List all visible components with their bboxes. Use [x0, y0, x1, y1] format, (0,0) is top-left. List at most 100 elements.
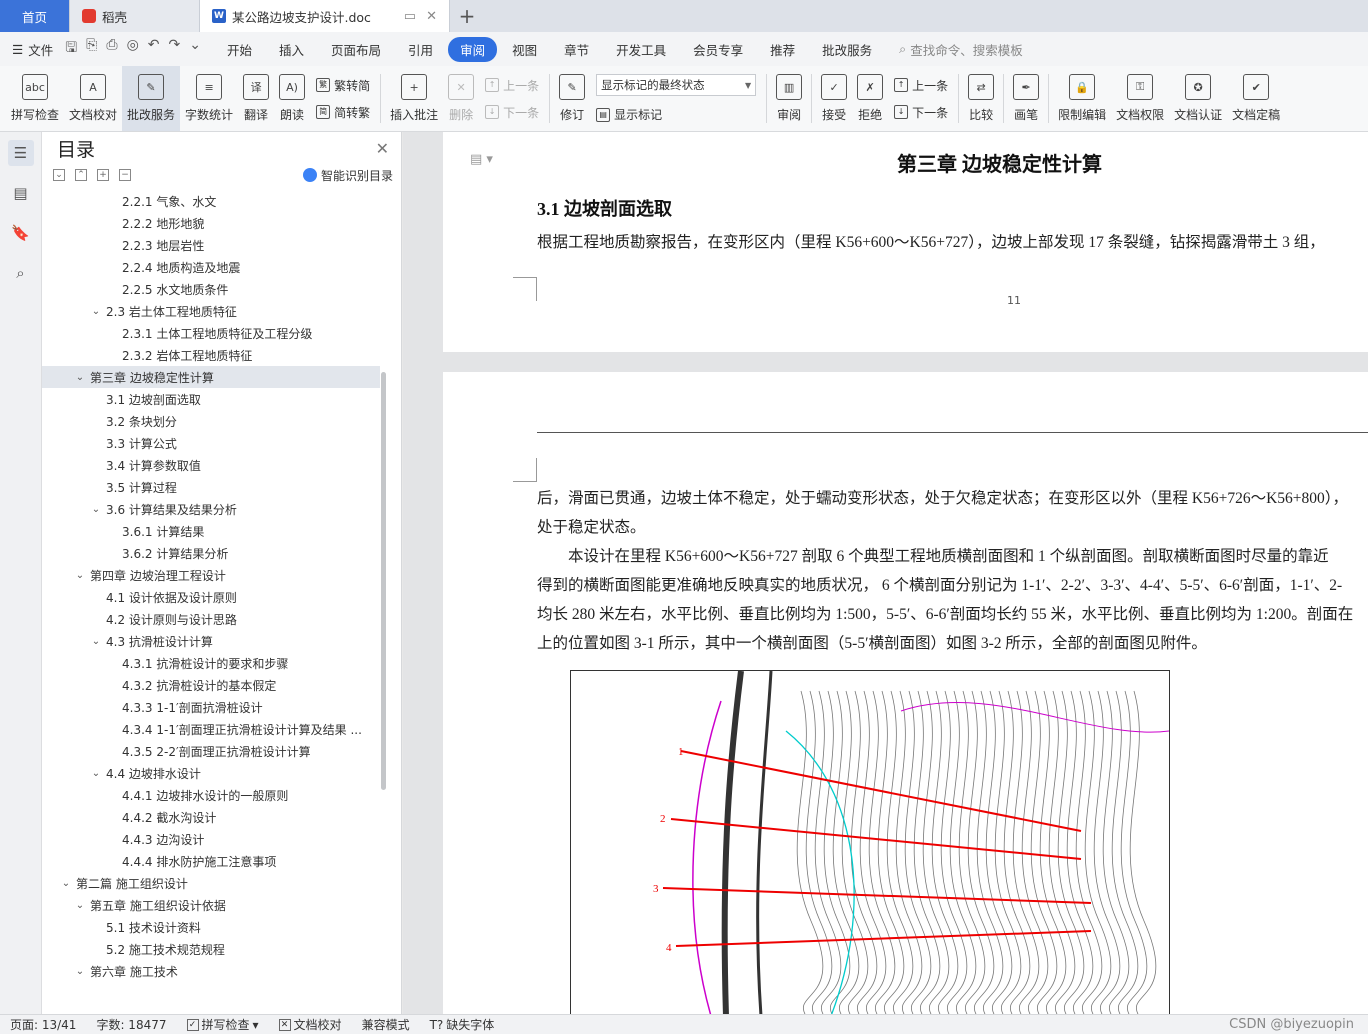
menu-item[interactable]: 批改服务 [810, 37, 884, 62]
chevron-down-icon[interactable]: ⌄ [74, 900, 86, 911]
restrict-edit-button[interactable]: 🔒 限制编辑 [1053, 66, 1111, 131]
chevron-down-icon[interactable]: ⌄ [74, 966, 86, 977]
missing-font-button[interactable]: T? 缺失字体 [430, 1016, 495, 1033]
tab-home[interactable]: 首页 [0, 0, 70, 32]
collapse-all-icon[interactable]: ⌄ [53, 169, 65, 181]
toc-scrollbar[interactable] [381, 372, 386, 790]
menu-item[interactable]: 会员专享 [681, 37, 755, 62]
accept-button[interactable]: ✓ 接受 [816, 66, 852, 131]
spell-check-status[interactable]: ✓ 拼写检查 ▾ [186, 1016, 259, 1033]
toc-item[interactable]: 4.4.4 排水防护施工注意事项 [42, 850, 380, 872]
toc-item[interactable]: 2.2.3 地层岩性 [42, 234, 380, 256]
toc-item[interactable]: 2.2.1 气象、水文 [42, 190, 380, 212]
toc-item[interactable]: 5.1 技术设计资料 [42, 916, 380, 938]
chevron-down-icon[interactable]: ⌄ [90, 504, 102, 515]
word-count-indicator[interactable]: 字数: 18477 [96, 1016, 166, 1033]
save-icon[interactable]: 🖫 [65, 37, 77, 61]
print-icon[interactable]: ⎙ [106, 37, 117, 61]
print-preview-icon[interactable]: ◎ [127, 37, 139, 61]
pen-button[interactable]: ✒ 画笔 [1008, 66, 1044, 131]
remove-heading-icon[interactable]: − [119, 169, 131, 181]
doc-proof-button[interactable]: A 文档校对 [64, 66, 122, 131]
chevron-down-icon[interactable]: ⌄ [90, 306, 102, 317]
page-options-icon[interactable]: ▤ ▾ [470, 152, 493, 167]
toc-item[interactable]: 3.2 条块划分 [42, 410, 380, 432]
toc-item[interactable]: 2.2.2 地形地貌 [42, 212, 380, 234]
trad-to-simp-button[interactable]: 繁繁转简 [316, 77, 370, 94]
toc-item[interactable]: 3.3 计算公式 [42, 432, 380, 454]
monitor-icon[interactable]: ▭ [404, 9, 416, 24]
toc-item[interactable]: ⌄ 3.6 计算结果及结果分析 [42, 498, 380, 520]
delete-comment-button[interactable]: ✕ 删除 [443, 66, 479, 131]
toc-panel-icon[interactable]: ☰ [7, 140, 34, 166]
add-heading-icon[interactable]: + [97, 169, 109, 181]
translate-button[interactable]: 译翻译 [238, 66, 274, 131]
read-aloud-button[interactable]: A) 朗读 [274, 66, 310, 131]
bookmark-icon[interactable]: 🔖 [8, 220, 34, 246]
redo-icon[interactable]: ↷ [169, 37, 181, 61]
doc-proof-status[interactable]: ✕ 文档校对 [278, 1016, 342, 1033]
show-markup-button[interactable]: ▤ 显示标记 [596, 106, 756, 123]
prev-revision-button[interactable]: ↑ 上一条 [894, 77, 948, 94]
menu-item[interactable]: 视图 [500, 37, 549, 62]
display-mode-select[interactable]: 显示标记的最终状态 ▼ [596, 74, 757, 96]
toc-item[interactable]: 3.5 计算过程 [42, 476, 380, 498]
next-comment-button[interactable]: ↓ 下一条 [485, 104, 539, 121]
toc-item[interactable]: ⌄ 第六章 施工技术 [42, 960, 380, 982]
simp-to-trad-button[interactable]: 简简转繁 [316, 104, 370, 121]
export-icon[interactable]: ⎘ [86, 37, 97, 61]
toc-item[interactable]: 4.2 设计原则与设计思路 [42, 608, 380, 630]
toc-item[interactable]: ⌄ 第五章 施工组织设计依据 [42, 894, 380, 916]
tab-daoke[interactable]: 稻壳 [70, 0, 200, 32]
menu-item[interactable]: 章节 [552, 37, 601, 62]
doc-finalize-button[interactable]: ✔ 文档定稿 [1227, 66, 1285, 131]
toc-item[interactable]: 2.2.5 水文地质条件 [42, 278, 380, 300]
toc-item[interactable]: 4.3.3 1-1′剖面抗滑桩设计 [42, 696, 380, 718]
menu-item[interactable]: 插入 [267, 37, 316, 62]
toc-item[interactable]: 4.4.1 边坡排水设计的一般原则 [42, 784, 380, 806]
toc-item[interactable]: 2.3.1 土体工程地质特征及工程分级 [42, 322, 380, 344]
smart-toc-button[interactable]: 智能识别目录 [302, 167, 393, 184]
chevron-down-icon[interactable]: ⌄ [60, 878, 72, 889]
close-icon[interactable]: ✕ [376, 139, 389, 158]
tab-document[interactable]: W 某公路边坡支护设计.doc ▭ ✕ [200, 0, 450, 32]
menu-item[interactable]: 开始 [215, 37, 264, 62]
toc-item[interactable]: 4.4.3 边沟设计 [42, 828, 380, 850]
close-icon[interactable]: ✕ [426, 9, 437, 24]
chapter-nav-icon[interactable]: ▤ [8, 180, 34, 206]
search-icon[interactable]: ⌕ [8, 260, 34, 286]
toc-item[interactable]: 4.3.2 抗滑桩设计的基本假定 [42, 674, 380, 696]
undo-icon[interactable]: ↶ [148, 37, 160, 61]
toc-item[interactable]: 5.2 施工技术规范规程 [42, 938, 380, 960]
file-menu[interactable]: ☰ 文件 [12, 40, 53, 59]
doc-auth-button[interactable]: ✪ 文档认证 [1169, 66, 1227, 131]
insert-comment-button[interactable]: + 插入批注 [385, 66, 443, 131]
page-indicator[interactable]: 页面: 13/41 [10, 1016, 76, 1033]
menu-item[interactable]: 引用 [396, 37, 445, 62]
toc-item[interactable]: 3.6.2 计算结果分析 [42, 542, 380, 564]
compare-button[interactable]: ⇄ 比较 [963, 66, 999, 131]
toc-item[interactable]: ⌄ 2.3 岩土体工程地质特征 [42, 300, 380, 322]
doc-permission-button[interactable]: ⚿ 文档权限 [1111, 66, 1169, 131]
toc-item[interactable]: 4.3.1 抗滑桩设计的要求和步骤 [42, 652, 380, 674]
spell-check-button[interactable]: abc 拼写检查 [6, 66, 64, 131]
correct-service-button[interactable]: ✎ 批改服务 [122, 66, 181, 131]
toc-item[interactable]: 4.4.2 截水沟设计 [42, 806, 380, 828]
toc-item[interactable]: 3.4 计算参数取值 [42, 454, 380, 476]
toc-item[interactable]: 2.2.4 地质构造及地震 [42, 256, 380, 278]
command-search[interactable]: ⌕ 查找命令、搜索模板 [899, 40, 1023, 59]
toc-item[interactable]: 2.3.2 岩体工程地质特征 [42, 344, 380, 366]
chevron-down-icon[interactable]: ⌄ [90, 636, 102, 647]
word-count-button[interactable]: ≡ 字数统计 [180, 66, 238, 131]
toc-item[interactable]: 4.3.5 2-2′剖面理正抗滑桩设计计算 [42, 740, 380, 762]
customize-chevron-icon[interactable]: ⌄ [189, 37, 201, 61]
chevron-down-icon[interactable]: ⌄ [74, 372, 86, 383]
prev-comment-button[interactable]: ↑ 上一条 [485, 77, 539, 94]
new-tab-button[interactable]: + [450, 0, 484, 32]
toc-item[interactable]: ⌄ 4.4 边坡排水设计 [42, 762, 380, 784]
toc-item[interactable]: 3.6.1 计算结果 [42, 520, 380, 542]
expand-all-icon[interactable]: ⌃ [75, 169, 87, 181]
toc-item[interactable]: 3.1 边坡剖面选取 [42, 388, 380, 410]
toc-item[interactable]: 4.3.4 1-1′剖面理正抗滑桩设计计算及结果 ... [42, 718, 380, 740]
menu-item[interactable]: 审阅 [448, 36, 498, 62]
